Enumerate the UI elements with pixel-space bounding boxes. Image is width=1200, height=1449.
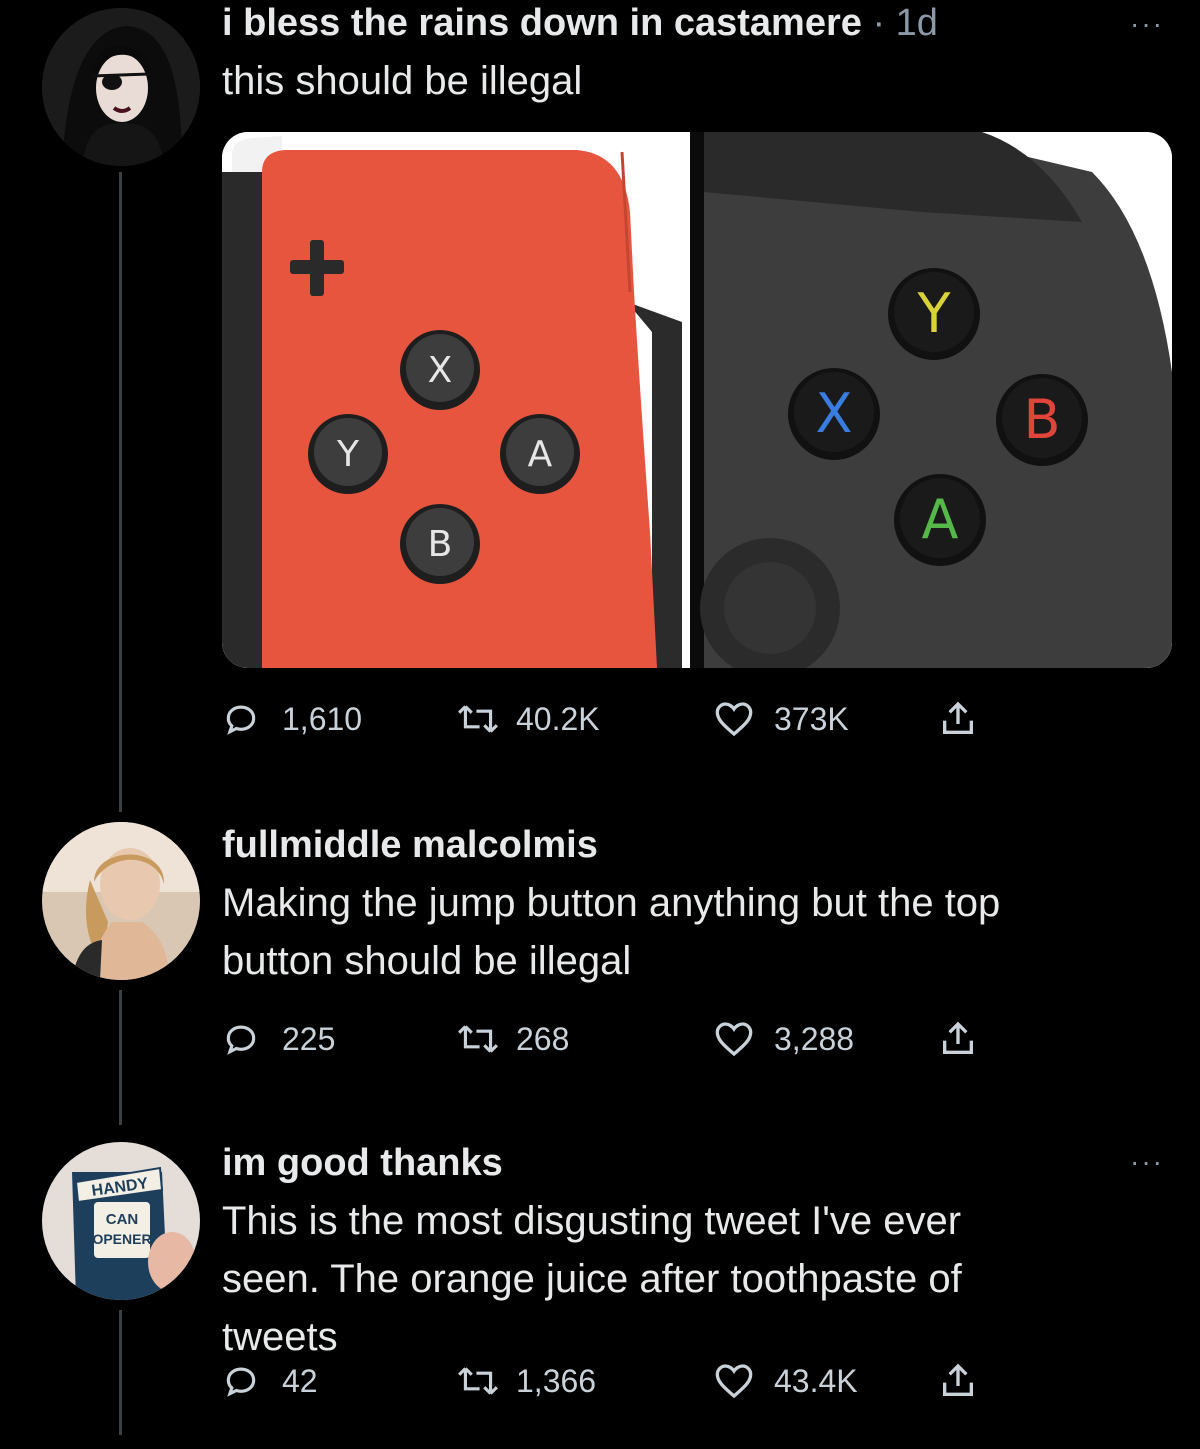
retweet-button[interactable]: 1,366 bbox=[456, 1356, 596, 1406]
reply-button[interactable]: 225 bbox=[222, 1014, 335, 1064]
xbox-y-label: Y bbox=[917, 282, 952, 345]
reply-button[interactable]: 42 bbox=[222, 1356, 318, 1406]
display-name[interactable]: i bless the rains down in castamere · 1d bbox=[222, 2, 938, 45]
xbox-button-b: B bbox=[996, 374, 1088, 466]
reply-count: 225 bbox=[282, 1020, 336, 1057]
like-count: 3,288 bbox=[774, 1020, 855, 1057]
share-icon bbox=[943, 1363, 973, 1396]
xbox-b-label: B bbox=[1023, 388, 1060, 451]
tweet-text: this should be illegal bbox=[222, 59, 583, 103]
like-button[interactable]: 373K bbox=[714, 694, 849, 744]
avatar[interactable] bbox=[42, 822, 200, 980]
retweet-count: 40.2K bbox=[516, 700, 600, 737]
retweet-count: 1,366 bbox=[516, 1362, 597, 1399]
more-options-icon[interactable]: ··· bbox=[1130, 8, 1164, 40]
tweet-actions: 1,610 40.2K 373K bbox=[222, 694, 1022, 744]
display-name[interactable]: im good thanks bbox=[222, 1142, 503, 1185]
reply-count: 1,610 bbox=[282, 700, 363, 737]
share-button[interactable] bbox=[938, 1356, 978, 1406]
retweet-icon bbox=[458, 705, 498, 733]
retweet-icon bbox=[458, 1025, 498, 1053]
tweet-text-line: seen. The orange juice after toothpaste … bbox=[222, 1257, 962, 1301]
share-icon bbox=[943, 1021, 973, 1054]
tweet-actions: 42 1,366 43.4K bbox=[222, 1356, 1022, 1406]
display-name-text[interactable]: fullmiddle malcolmis bbox=[222, 824, 598, 866]
reply-button[interactable]: 1,610 bbox=[222, 694, 362, 744]
xbox-button-x: X bbox=[788, 368, 880, 460]
joycon-x-label: X bbox=[428, 350, 453, 391]
timestamp[interactable]: · 1d bbox=[862, 2, 938, 44]
avatar[interactable] bbox=[42, 8, 200, 166]
joycon-y-label: Y bbox=[336, 434, 360, 475]
xbox-a-label: A bbox=[922, 488, 959, 551]
reply-icon bbox=[226, 1367, 256, 1397]
share-button[interactable] bbox=[938, 694, 978, 744]
can-label-can: CAN bbox=[106, 1211, 139, 1228]
like-count: 373K bbox=[774, 700, 849, 737]
xbox-button-y: Y bbox=[888, 268, 980, 360]
reply-icon bbox=[226, 705, 256, 735]
like-button[interactable]: 3,288 bbox=[714, 1014, 854, 1064]
display-name-text[interactable]: i bless the rains down in castamere bbox=[222, 2, 862, 44]
can-label-opener: OPENER bbox=[92, 1231, 151, 1247]
tweet-media[interactable]: X Y A B Y X B A bbox=[222, 132, 1172, 668]
tweet-text-line: Making the jump button anything but the … bbox=[222, 881, 1001, 925]
tweet-actions: 225 268 3,288 bbox=[222, 1014, 1022, 1064]
controller-comparison-image: X Y A B Y X B A bbox=[222, 132, 1172, 668]
retweet-count: 268 bbox=[516, 1020, 570, 1057]
xbox-button-a: A bbox=[894, 474, 986, 566]
like-count: 43.4K bbox=[774, 1362, 858, 1399]
joycon-button-a: A bbox=[500, 414, 580, 494]
display-name-text[interactable]: im good thanks bbox=[222, 1142, 503, 1184]
tweet-text-line: This is the most disgusting tweet I've e… bbox=[222, 1199, 962, 1243]
thread-line bbox=[119, 990, 122, 1125]
more-options-icon[interactable]: ··· bbox=[1130, 1146, 1164, 1178]
retweet-icon bbox=[458, 1367, 498, 1395]
like-button[interactable]: 43.4K bbox=[714, 1356, 858, 1406]
avatar[interactable]: HANDY CAN OPENER bbox=[42, 1142, 200, 1300]
joycon-body bbox=[262, 150, 657, 668]
joycon-b-label: B bbox=[428, 524, 453, 565]
heart-icon bbox=[715, 702, 753, 737]
display-name[interactable]: fullmiddle malcolmis bbox=[222, 824, 598, 867]
heart-icon bbox=[715, 1022, 753, 1057]
reply-icon bbox=[226, 1025, 256, 1055]
joycon-button-y: Y bbox=[308, 414, 388, 494]
joycon-a-label: A bbox=[528, 434, 553, 475]
xbox-x-label: X bbox=[816, 382, 853, 445]
retweet-button[interactable]: 40.2K bbox=[456, 694, 600, 744]
thread-line bbox=[119, 1310, 122, 1435]
joycon-button-x: X bbox=[400, 330, 480, 410]
tweet-text: This is the most disgusting tweet I've e… bbox=[222, 1192, 962, 1366]
retweet-button[interactable]: 268 bbox=[456, 1014, 569, 1064]
share-button[interactable] bbox=[938, 1014, 978, 1064]
joycon-button-b: B bbox=[400, 504, 480, 584]
tweet-text-line: button should be illegal bbox=[222, 939, 632, 983]
heart-icon bbox=[715, 1364, 753, 1399]
share-icon bbox=[943, 701, 973, 734]
thread-line bbox=[119, 172, 122, 812]
reply-count: 42 bbox=[282, 1362, 318, 1399]
tweet-text: Making the jump button anything but the … bbox=[222, 874, 1000, 990]
